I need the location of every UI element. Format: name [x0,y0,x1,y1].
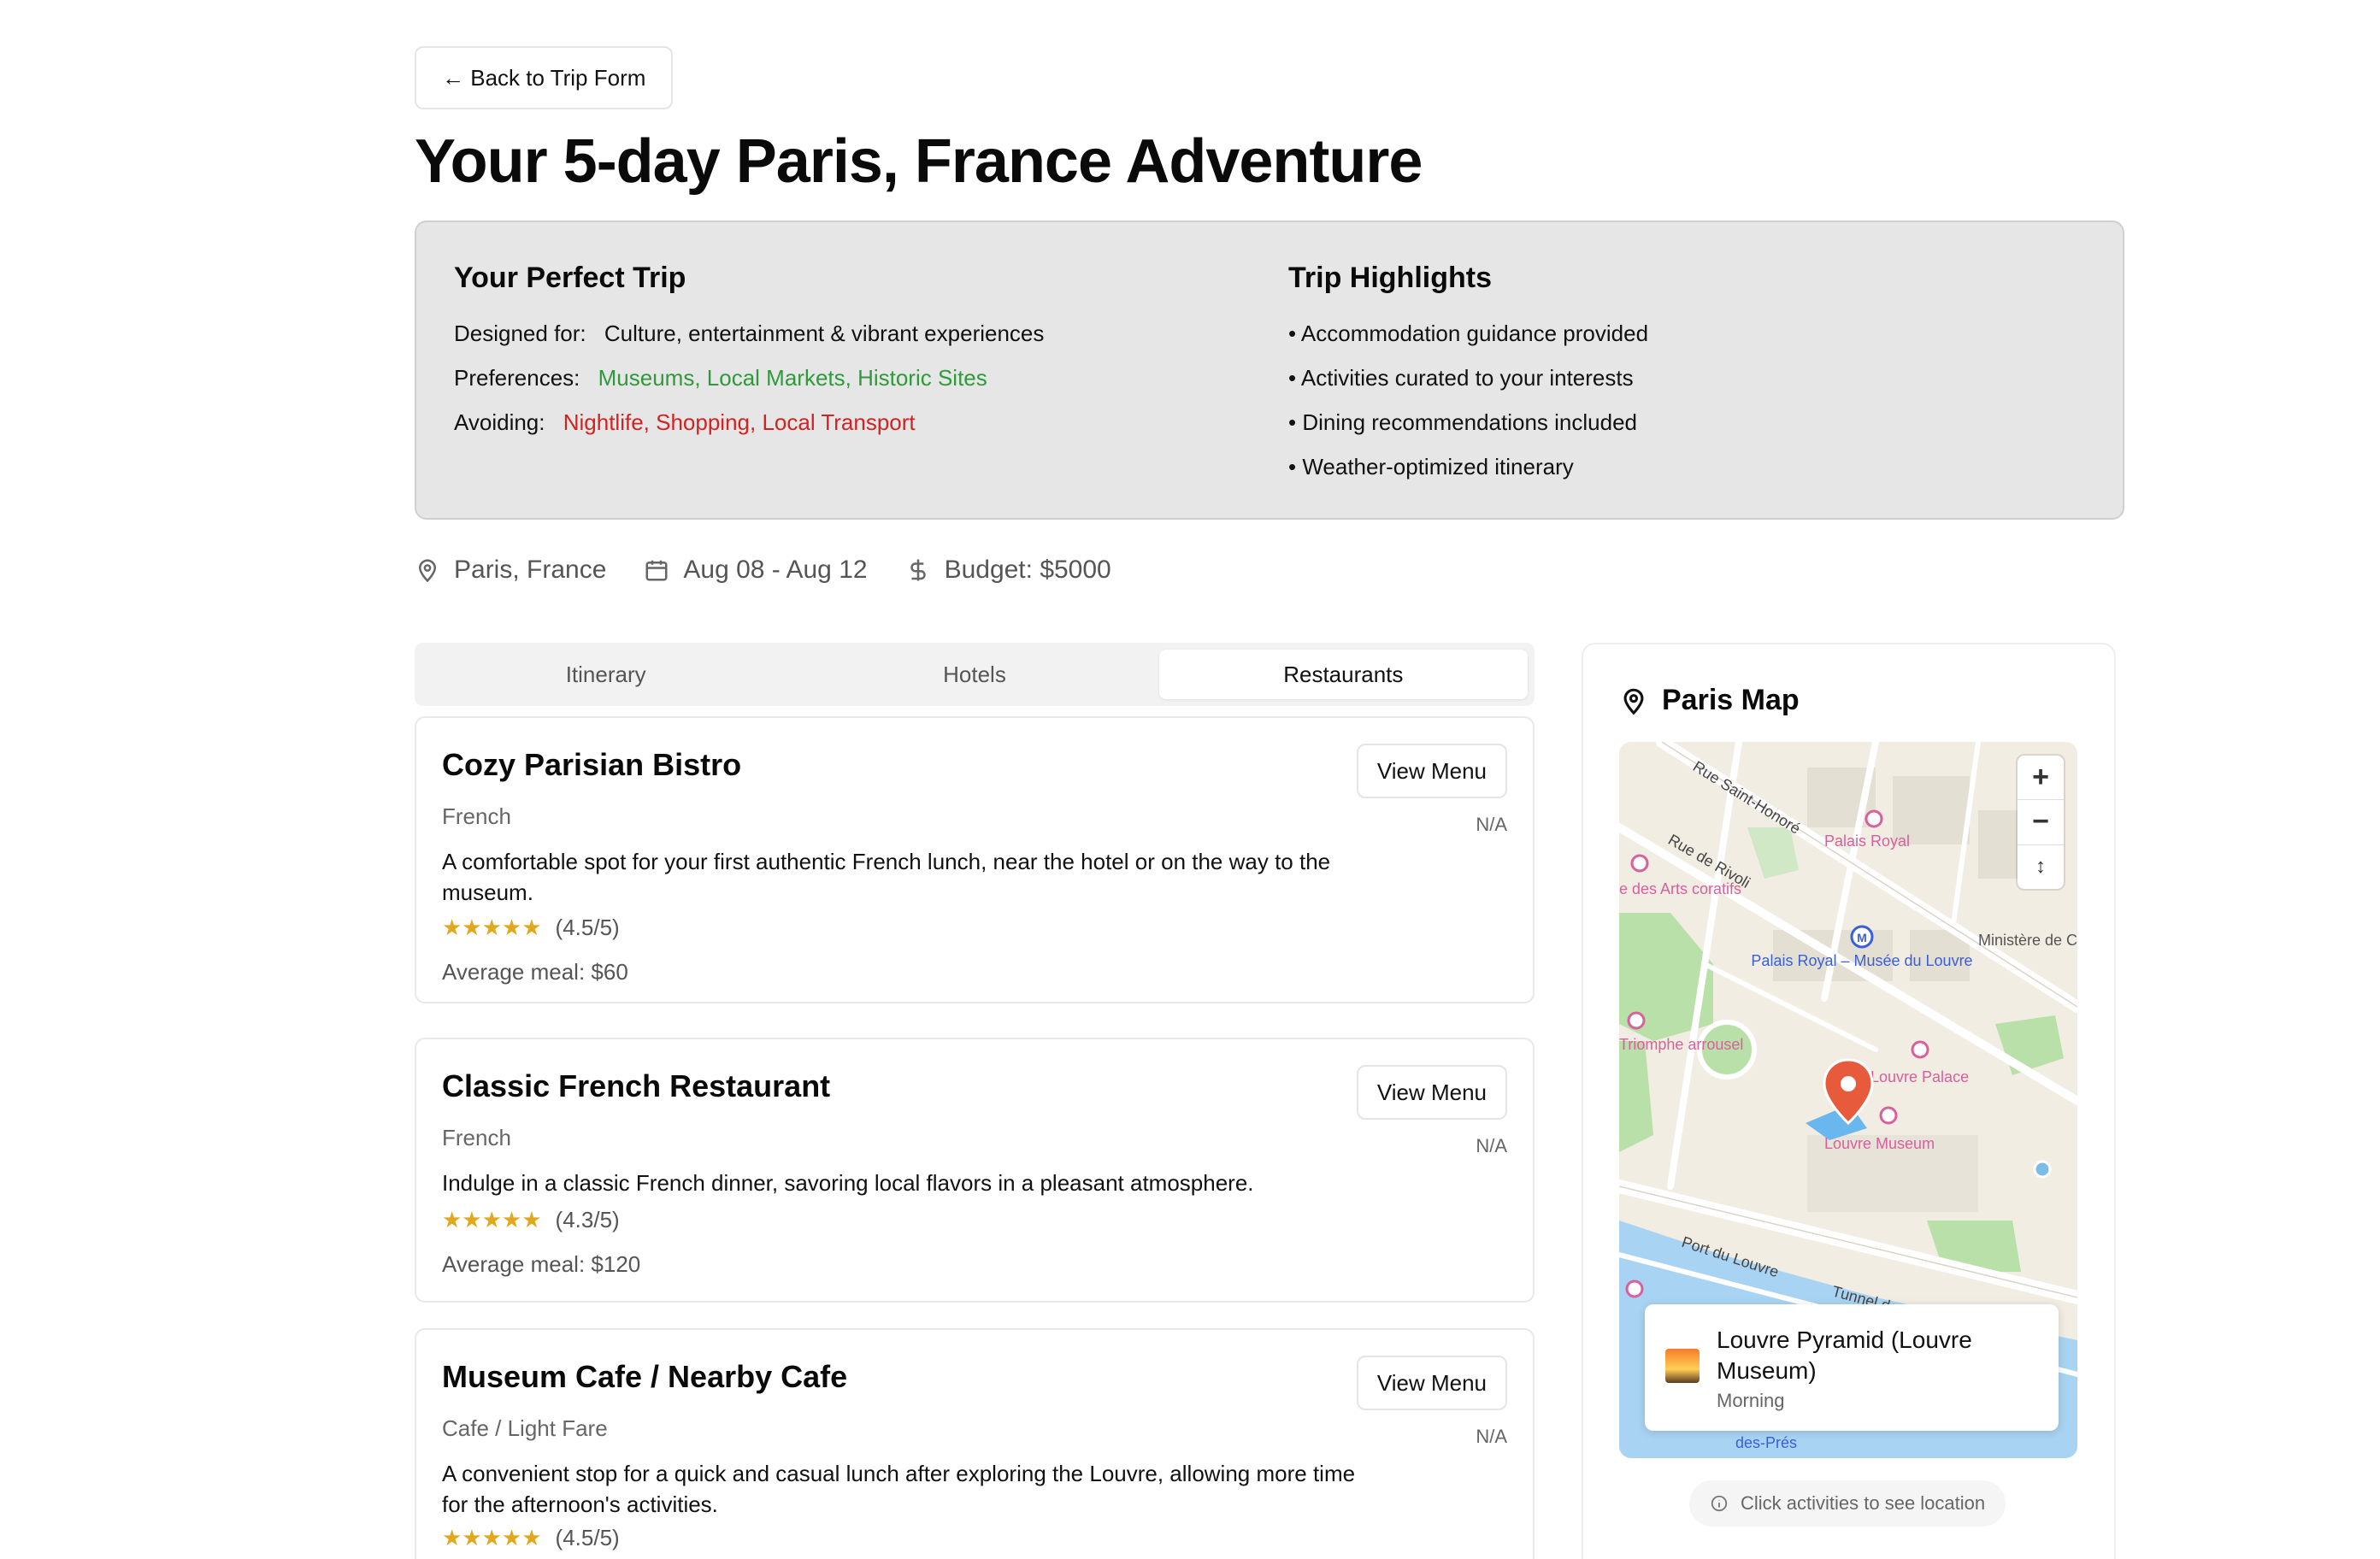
calendar-icon [645,560,668,581]
avoiding-value: Nightlife, Shopping, Local Transport [563,409,916,435]
page-title: Your 5-day Paris, France Adventure [415,127,1423,196]
svg-text:M: M [1857,931,1867,944]
interactive-map[interactable]: M Rue Saint-Honoré Rue de Rivoli Port du… [1619,742,2077,1458]
preferences-label: Preferences: [454,365,580,391]
location-popup[interactable]: Louvre Pyramid (Louvre Museum) Morning [1645,1304,2059,1431]
star-rating-icon: ★★★★★ [442,1207,542,1232]
price-tag: N/A [1476,1135,1507,1156]
location-meta: Paris, France [415,556,606,585]
designed-for-row: Designed for: Culture, entertainment & v… [454,321,1045,346]
restaurant-cuisine: French [442,1125,511,1150]
tab-hotels[interactable]: Hotels [790,650,1158,699]
map-hint: Click activities to see location [1689,1480,2006,1527]
map-label-arts-deco: e des Arts coratifs [1619,880,1741,897]
designed-for-value: Culture, entertainment & vibrant experie… [604,321,1045,346]
map-panel: Paris Map M Rue Saint-Honoré Rue de Rivo… [1582,643,2116,1559]
map-pin-icon [1623,688,1644,715]
restaurant-name: Museum Cafe / Nearby Cafe [442,1359,848,1394]
popup-time: Morning [1717,1390,1785,1411]
perfect-trip-section: Your Perfect Trip Designed for: Culture,… [454,262,1045,435]
highlight-item: • Dining recommendations included [1288,409,1637,435]
trip-results-page: ← Back to Trip Form Your 5-day Paris, Fr… [0,0,2380,1559]
highlight-item: • Activities curated to your interests [1288,365,1634,391]
view-menu-button[interactable]: View Menu [1356,1065,1507,1120]
map-label-metro: Palais Royal – Musée du Louvre [1751,952,1972,969]
avoiding-label: Avoiding: [454,409,545,435]
budget-text: Budget: $5000 [944,556,1111,584]
rating-value: (4.5/5) [555,915,620,940]
map-label-des-pres: des-Prés [1735,1434,1797,1451]
popup-title: Louvre Pyramid (Louvre Museum) [1717,1327,1972,1384]
restaurant-card: Cozy Parisian Bistro French A comfortabl… [415,716,1535,1003]
dates-meta: Aug 08 - Aug 12 [644,556,868,585]
map-label-ministere: Ministère de Culture et de Communicati [1978,932,2077,949]
sunrise-icon [1665,1349,1700,1383]
map-pin-icon [418,559,437,583]
highlight-item: • Weather-optimized itinerary [1288,454,1574,479]
zoom-out-button[interactable]: − [2018,800,2064,845]
trip-highlights-heading: Trip Highlights [1288,262,1492,294]
restaurant-cuisine: Cafe / Light Fare [442,1415,608,1441]
tab-itinerary[interactable]: Itinerary [421,650,790,699]
restaurant-card: Museum Cafe / Nearby Cafe Cafe / Light F… [415,1328,1535,1559]
map-zoom-controls: + − ↕ [2018,756,2064,889]
results-tabs: Itinerary Hotels Restaurants [415,643,1535,706]
designed-for-label: Designed for: [454,321,586,346]
price-tag: N/A [1476,814,1507,835]
star-rating-icon: ★★★★★ [442,915,542,940]
average-meal: Average meal: $60 [442,959,628,985]
map-title: Paris Map [1619,684,1800,717]
restaurant-name: Cozy Parisian Bistro [442,747,742,782]
view-menu-button[interactable]: View Menu [1356,744,1507,798]
dates-text: Aug 08 - Aug 12 [683,556,868,584]
map-label-louvre-palace: Louvre Palace [1870,1068,1969,1085]
preferences-row: Preferences: Museums, Local Markets, His… [454,365,1044,391]
average-meal: Average meal: $120 [442,1251,641,1277]
map-label-louvre-museum: Louvre Museum [1824,1135,1935,1152]
star-rating-icon: ★★★★★ [442,1525,542,1550]
map-hint-text: Click activities to see location [1741,1492,1986,1514]
reset-bearing-button[interactable]: ↕ [2018,845,2064,889]
restaurant-description: A convenient stop for a quick and casual… [442,1461,1356,1517]
zoom-in-button[interactable]: + [2018,756,2064,801]
restaurant-rating: ★★★★★ (4.5/5) [442,915,620,941]
dollar-icon [910,559,926,581]
restaurant-name: Classic French Restaurant [442,1068,831,1103]
trip-summary-panel: Your Perfect Trip Designed for: Culture,… [415,221,2124,520]
view-menu-button[interactable]: View Menu [1356,1356,1507,1410]
trip-meta-row: Paris, France Aug 08 - Aug 12 Budget: $5… [415,556,1111,585]
rating-value: (4.5/5) [555,1525,620,1550]
location-text: Paris, France [454,556,607,584]
restaurant-rating: ★★★★★ (4.3/5) [442,1207,620,1233]
map-label-triomphe: Triomphe arrousel [1619,1036,1743,1053]
restaurant-description: Indulge in a classic French dinner, savo… [442,1170,1254,1196]
tab-restaurants[interactable]: Restaurants [1158,650,1528,699]
price-tag: N/A [1476,1426,1507,1447]
back-button-label: ← Back to Trip Form [442,64,646,91]
restaurant-description: A comfortable spot for your first authen… [442,849,1331,905]
restaurant-rating: ★★★★★ (4.5/5) [442,1525,620,1551]
budget-meta: Budget: $5000 [905,556,1111,585]
trip-highlights-section: Trip Highlights • Accommodation guidance… [1288,262,1649,479]
perfect-trip-heading: Your Perfect Trip [454,262,686,294]
restaurant-card: Classic French Restaurant French Indulge… [415,1038,1535,1303]
info-icon [1711,1495,1728,1512]
avoiding-row: Avoiding: Nightlife, Shopping, Local Tra… [454,409,1044,435]
back-to-trip-form-button[interactable]: ← Back to Trip Form [415,46,674,109]
map-label-palais-royal: Palais Royal [1824,832,1910,850]
highlight-item: • Accommodation guidance provided [1288,321,1649,346]
preferences-value: Museums, Local Markets, Historic Sites [598,365,987,391]
map-title-text: Paris Map [1662,684,1800,716]
rating-value: (4.3/5) [555,1207,620,1232]
restaurant-cuisine: French [442,803,511,829]
